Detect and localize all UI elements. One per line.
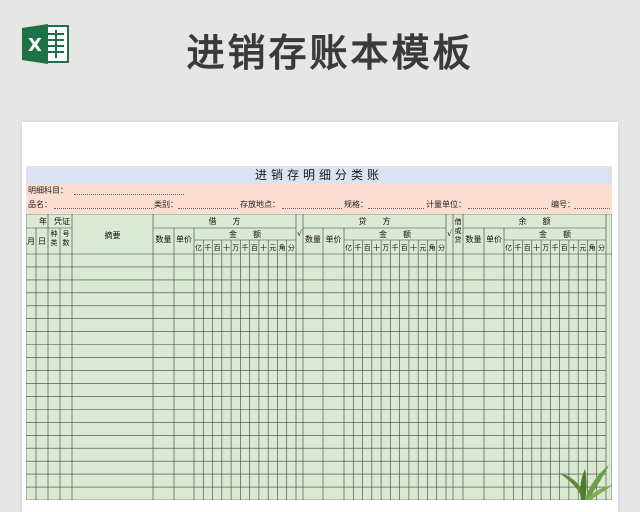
location-label: 存放地点：: [240, 200, 280, 209]
header-credit-price: 单价: [326, 234, 342, 244]
digit-label: 元: [419, 244, 426, 252]
digit-label: 角: [279, 243, 286, 252]
plant-decoration: [555, 455, 615, 500]
digit-label: 万: [542, 244, 549, 252]
number-label: 编号：: [551, 200, 575, 209]
header-year: 年: [39, 216, 47, 226]
header-direction: 贷: [455, 235, 462, 244]
digit-label: 亿: [505, 243, 512, 252]
digit-label: 千: [242, 243, 249, 252]
digit-label: 元: [269, 244, 276, 252]
header-direction: 借: [455, 217, 462, 226]
digit-label: 角: [429, 243, 436, 252]
digit-label: 分: [438, 243, 445, 252]
subject-label: 明细科目：: [28, 186, 68, 195]
digit-label: 百: [561, 244, 568, 252]
digit-label: 百: [524, 244, 531, 252]
digit-label: 千: [552, 243, 559, 252]
header-balance: 余 额: [519, 216, 551, 226]
digit-label: 千: [204, 243, 211, 252]
header-balance-quantity: 数量: [466, 234, 482, 244]
digit-label: 亿: [195, 243, 202, 252]
header-summary: 摘要: [105, 230, 121, 240]
header-credit: 贷 方: [359, 216, 391, 226]
header-direction: 或: [455, 226, 462, 235]
unit-label: 计量单位：: [426, 200, 466, 209]
digit-label: 十: [570, 243, 577, 252]
name-field[interactable]: [54, 208, 154, 209]
digit-label: 百: [251, 244, 258, 252]
ledger-grid: 年月 日凭证种类号数摘要借 方数量 单价金 额 √贷 方数量 单价金 额 √借或贷余 额数…: [26, 214, 612, 500]
meta-row-subject: 明细科目：: [26, 184, 612, 198]
header-credit-quantity: 数量: [305, 234, 321, 244]
digit-label: 十: [410, 243, 417, 252]
digit-label: 千: [514, 243, 521, 252]
digit-label: 十: [223, 243, 230, 252]
digit-label: 百: [214, 244, 221, 252]
unit-field[interactable]: [468, 208, 548, 209]
header-debit-check: √: [297, 229, 303, 238]
header-voucher: 凭证: [54, 216, 70, 226]
digit-label: 万: [232, 244, 239, 252]
digit-label: 百: [364, 244, 371, 252]
header-voucher-type: 种: [51, 229, 58, 238]
digit-label: 分: [288, 243, 295, 252]
number-field[interactable]: [574, 208, 610, 209]
digit-label: 百: [401, 244, 408, 252]
header-credit-check: √: [447, 229, 453, 238]
spec-field[interactable]: [368, 208, 424, 209]
name-label: 品名：: [28, 200, 52, 209]
digit-label: 亿: [345, 243, 352, 252]
meta-row-details: 品名： 类别： 存放地点： 规格： 计量单位： 编号：: [26, 198, 612, 214]
digit-label: 十: [533, 243, 540, 252]
location-field[interactable]: [282, 208, 342, 209]
grid-background: [26, 214, 612, 500]
header-debit: 借 方: [209, 216, 241, 226]
digit-label: 十: [373, 243, 380, 252]
header-credit-amount: 金 额: [379, 229, 411, 239]
header-voucher-number: 号: [63, 230, 70, 238]
excel-icon-letter: X: [28, 35, 42, 56]
excel-icon: X: [20, 22, 70, 66]
digit-label: 千: [392, 243, 399, 252]
digit-label: 元: [579, 244, 586, 252]
digit-label: 千: [354, 243, 361, 252]
digit-label: 十: [260, 243, 267, 252]
header-debit-price: 单价: [176, 234, 192, 244]
header-month: 月: [27, 237, 35, 246]
digit-label: 分: [598, 243, 605, 252]
header-debit-amount: 金 额: [229, 229, 261, 239]
ledger-title: 进销存明细分类账: [26, 166, 612, 184]
subject-field[interactable]: [74, 194, 184, 195]
header-debit-quantity: 数量: [156, 234, 172, 244]
spec-label: 规格：: [344, 200, 368, 209]
digit-label: 角: [589, 243, 596, 252]
category-field[interactable]: [178, 208, 238, 209]
category-label: 类别：: [154, 200, 178, 209]
page-title: 进销存账本模板: [186, 31, 474, 75]
header-balance-amount: 金 额: [539, 229, 571, 239]
digit-label: 万: [382, 244, 389, 252]
ledger-sheet: 进销存明细分类账 明细科目： 品名： 类别： 存放地点： 规格： 计量单位： 编…: [26, 166, 612, 500]
header-voucher-type: 类: [51, 238, 58, 247]
header-day: 日: [38, 237, 46, 246]
header-balance-price: 单价: [486, 234, 502, 244]
header-voucher-number: 数: [63, 238, 70, 247]
